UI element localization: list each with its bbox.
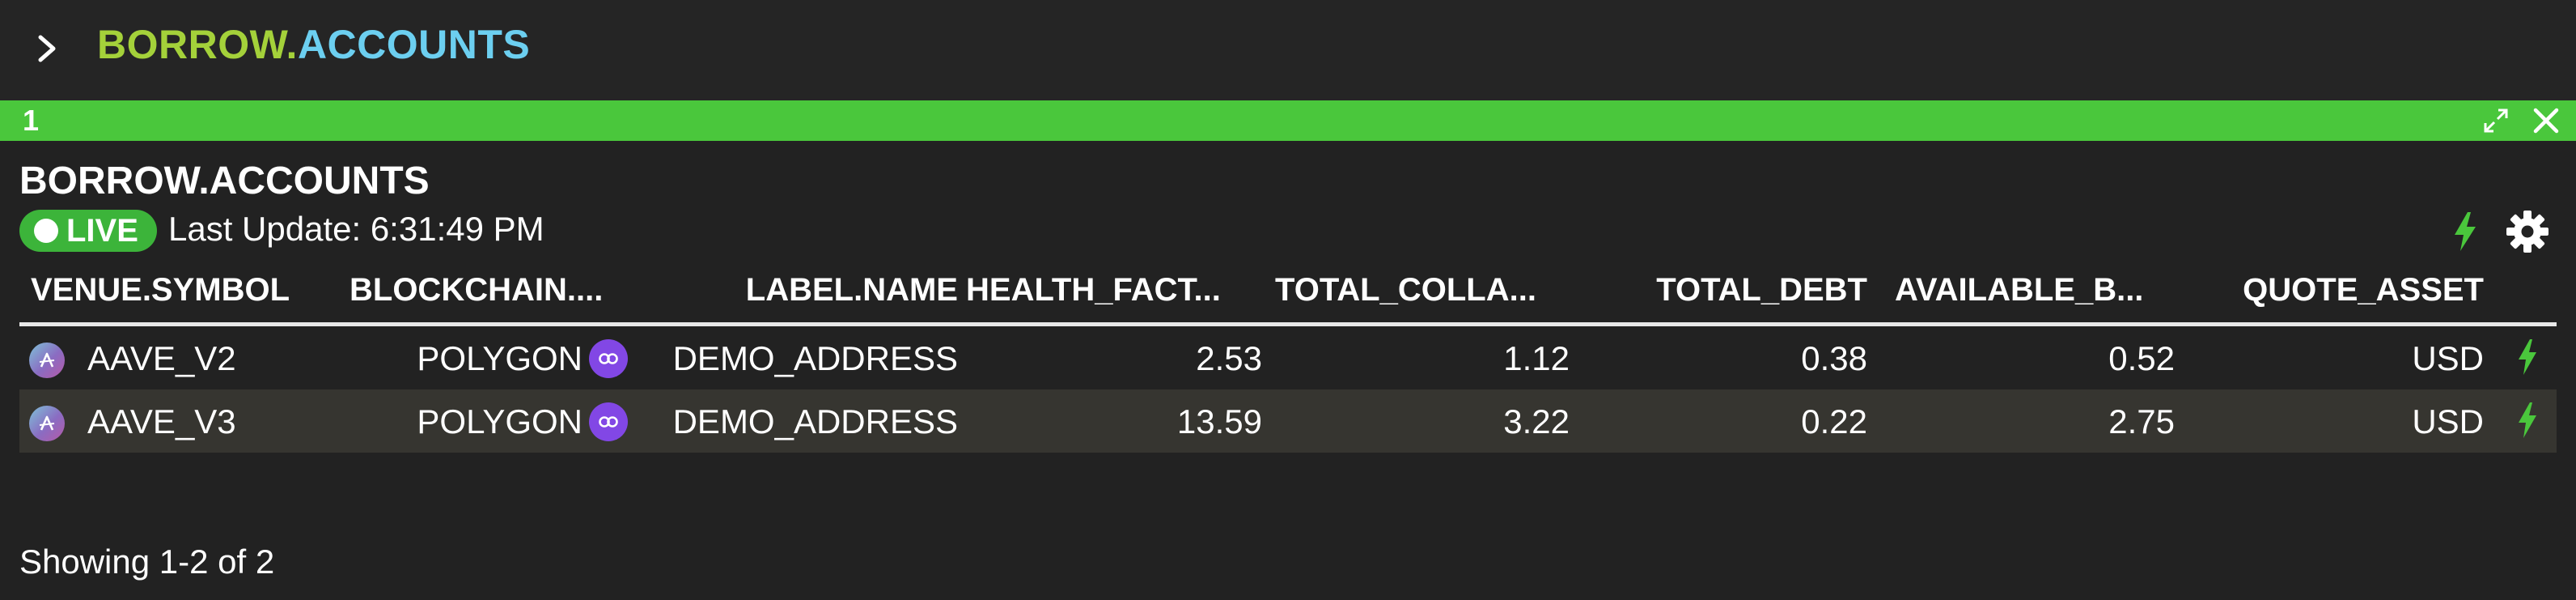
polygon-icon (589, 339, 628, 378)
total-debt-value: 0.38 (1801, 339, 1867, 377)
label-name: DEMO_ADDRESS (672, 339, 958, 377)
table-header: VENUE.SYMBOL BLOCKCHAIN.... LABEL.NAME H… (19, 267, 2557, 326)
command-title-dot: . (286, 22, 298, 67)
live-label: LIVE (66, 212, 138, 249)
gear-icon[interactable] (2505, 209, 2550, 254)
bolt-icon[interactable] (2516, 339, 2539, 375)
bolt-icon[interactable] (2451, 212, 2479, 251)
accounts-table: VENUE.SYMBOL BLOCKCHAIN.... LABEL.NAME H… (19, 267, 2557, 453)
chevron-right-icon[interactable] (31, 32, 63, 65)
column-header-label-name[interactable]: LABEL.NAME (746, 272, 958, 309)
last-update-text: Last Update: 6:31:49 PM (168, 210, 544, 248)
label-name: DEMO_ADDRESS (672, 402, 958, 440)
expand-icon[interactable] (2482, 107, 2510, 134)
blockchain-name: POLYGON (417, 402, 583, 440)
health-factor-value: 2.53 (1196, 339, 1262, 377)
table-row[interactable]: AAVE_V2 POLYGON DEMO_ADDRESS 2.53 1.12 0… (19, 326, 2557, 389)
total-collateral-value: 1.12 (1503, 339, 1570, 377)
command-bar: BORROW.ACCOUNTS (0, 0, 2576, 100)
column-header-total-debt[interactable]: TOTAL_DEBT (1656, 272, 1867, 309)
blockchain-name: POLYGON (417, 339, 583, 377)
quote-asset-value: USD (2412, 402, 2484, 440)
column-header-blockchain[interactable]: BLOCKCHAIN.... (350, 272, 603, 309)
column-header-total-collateral[interactable]: TOTAL_COLLA... (1275, 272, 1536, 309)
bolt-icon[interactable] (2516, 402, 2539, 438)
polygon-icon (589, 402, 628, 441)
total-debt-value: 0.22 (1801, 402, 1867, 440)
total-collateral-value: 3.22 (1503, 402, 1570, 440)
command-title-part2: ACCOUNTS (297, 22, 531, 67)
pagination-status: Showing 1-2 of 2 (19, 543, 275, 581)
available-borrow-value: 2.75 (2108, 402, 2175, 440)
live-badge: LIVE (19, 210, 157, 252)
venue-symbol: AAVE_V3 (87, 402, 236, 440)
table-row[interactable]: AAVE_V3 POLYGON DEMO_ADDRESS 13.59 3.22 … (19, 389, 2557, 453)
panel-header[interactable]: 1 (0, 100, 2576, 141)
close-icon[interactable] (2531, 105, 2561, 136)
column-header-available-borrow[interactable]: AVAILABLE_B... (1895, 272, 2143, 309)
column-header-venue-symbol[interactable]: VENUE.SYMBOL (31, 272, 290, 309)
venue-symbol: AAVE_V2 (87, 339, 236, 377)
quote-asset-value: USD (2412, 339, 2484, 377)
aave-icon (29, 406, 65, 441)
command-title[interactable]: BORROW.ACCOUNTS (97, 21, 530, 68)
live-indicator-dot (34, 219, 58, 243)
aave-icon (29, 343, 65, 378)
column-header-health-factor[interactable]: HEALTH_FACT... (966, 272, 1221, 309)
health-factor-value: 13.59 (1176, 402, 1262, 440)
available-borrow-value: 0.52 (2108, 339, 2175, 377)
column-header-quote-asset[interactable]: QUOTE_ASSET (2243, 272, 2484, 309)
panel-number: 1 (23, 104, 40, 137)
widget-title: BORROW.ACCOUNTS (19, 160, 430, 202)
command-title-part1: BORROW (97, 22, 286, 67)
